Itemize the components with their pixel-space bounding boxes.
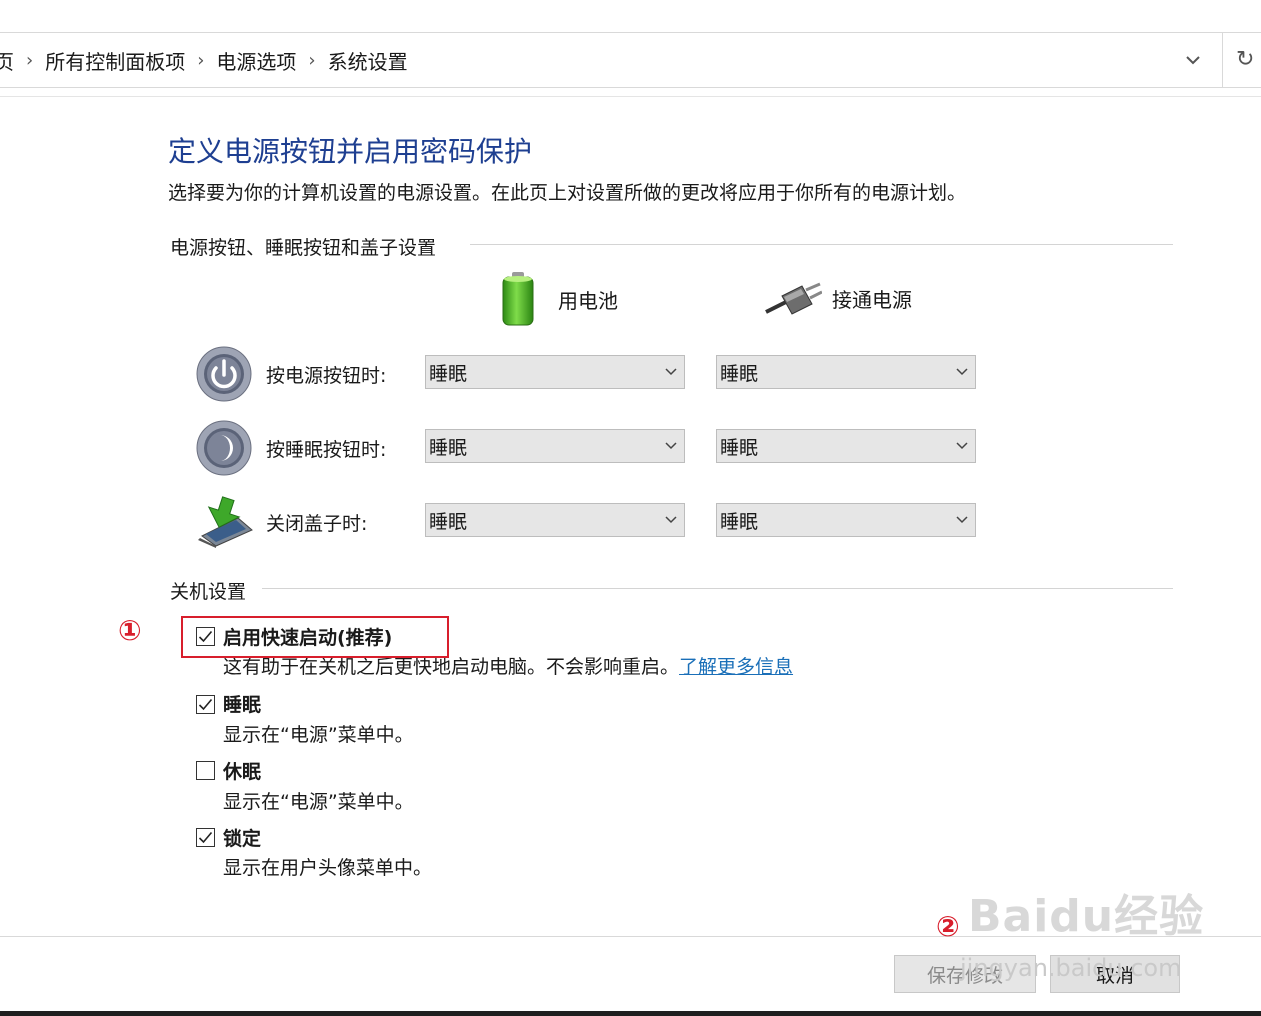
lid-plugged-select[interactable]: 睡眠 [716, 503, 976, 537]
chevron-down-icon [949, 516, 975, 524]
sleep-button-battery-select[interactable]: 睡眠 [425, 429, 685, 463]
lock-checkbox[interactable] [196, 828, 215, 847]
section-divider [470, 244, 1173, 245]
address-history-dropdown-button[interactable] [1176, 46, 1210, 74]
chevron-down-icon [1186, 56, 1200, 65]
select-value: 睡眠 [429, 436, 468, 459]
breadcrumb-item-all-control-panel[interactable]: 所有控制面板项 [45, 46, 185, 75]
chevron-right-icon: › [308, 49, 316, 71]
page-description: 选择要为你的计算机设置的电源设置。在此页上对设置所做的更改将应用于你所有的电源计… [168, 182, 967, 204]
section-divider [262, 588, 1173, 589]
chevron-right-icon: › [197, 49, 205, 71]
chevron-down-icon [658, 368, 684, 376]
address-bar-bottom-border [0, 87, 1261, 88]
power-section-label: 电源按钮、睡眠按钮和盖子设置 [170, 233, 449, 260]
power-button-battery-select[interactable]: 睡眠 [425, 355, 685, 389]
power-button-row-label: 按电源按钮时: [266, 365, 387, 387]
address-bar-top-border [0, 32, 1261, 33]
select-value: 睡眠 [720, 362, 759, 385]
select-value: 睡眠 [720, 510, 759, 533]
power-plug-icon [765, 282, 822, 315]
hibernate-checkbox[interactable] [196, 761, 215, 780]
learn-more-link[interactable]: 了解更多信息 [679, 656, 793, 678]
plugged-in-label: 接通电源 [832, 287, 912, 312]
page-title: 定义电源按钮并启用密码保护 [168, 135, 533, 168]
power-button-plugged-select[interactable]: 睡眠 [716, 355, 976, 389]
sleep-button-plugged-select[interactable]: 睡眠 [716, 429, 976, 463]
battery-column-header: 用电池 [498, 270, 618, 328]
annotation-highlight-box [181, 616, 449, 658]
content-top-border [0, 96, 1261, 97]
checkmark-icon [198, 831, 213, 844]
chevron-down-icon [658, 516, 684, 524]
address-bar-divider [1222, 33, 1223, 87]
lock-description: 显示在用户头像菜单中。 [223, 857, 433, 879]
chevron-right-icon: › [26, 49, 34, 71]
power-button-icon [196, 346, 252, 402]
chevron-down-icon [949, 442, 975, 450]
breadcrumb: 页 › 所有控制面板项 › 电源选项 › 系统设置 [0, 44, 408, 76]
annotation-marker-1: ① [118, 614, 142, 647]
lock-label[interactable]: 锁定 [223, 824, 261, 851]
battery-icon [502, 272, 534, 326]
breadcrumb-item-power-options[interactable]: 电源选项 [216, 46, 296, 75]
plugged-in-column-header: 接通电源 [764, 280, 912, 316]
sleep-button-row-label: 按睡眠按钮时: [266, 439, 387, 461]
breadcrumb-item-system-settings[interactable]: 系统设置 [328, 46, 408, 75]
hibernate-description: 显示在“电源”菜单中。 [223, 791, 414, 813]
refresh-icon[interactable]: ↻ [1236, 46, 1261, 74]
baidu-watermark-url: jingyan.baidu.com [960, 954, 1182, 982]
breadcrumb-item-home[interactable]: 页 [0, 46, 14, 75]
select-value: 睡眠 [429, 362, 468, 385]
fast-startup-desc-text: 这有助于在关机之后更快地启动电脑。不会影响重启。 [223, 656, 680, 678]
hibernate-label[interactable]: 休眠 [223, 757, 261, 784]
laptop-lid-icon [194, 496, 254, 548]
checkmark-icon [198, 698, 213, 711]
chevron-down-icon [658, 442, 684, 450]
sleep-description: 显示在“电源”菜单中。 [223, 724, 414, 746]
lid-battery-select[interactable]: 睡眠 [425, 503, 685, 537]
window-bottom-edge [0, 1011, 1261, 1016]
annotation-marker-2: ② [936, 910, 960, 943]
select-value: 睡眠 [720, 436, 759, 459]
shutdown-section-label: 关机设置 [170, 577, 259, 604]
chevron-down-icon [949, 368, 975, 376]
lid-row-label: 关闭盖子时: [266, 513, 368, 535]
battery-label: 用电池 [558, 288, 618, 313]
sleep-button-icon [196, 420, 252, 476]
sleep-checkbox[interactable] [196, 695, 215, 714]
baidu-watermark-logo: Baidu经验 [968, 891, 1205, 942]
select-value: 睡眠 [429, 510, 468, 533]
sleep-label[interactable]: 睡眠 [223, 690, 261, 717]
